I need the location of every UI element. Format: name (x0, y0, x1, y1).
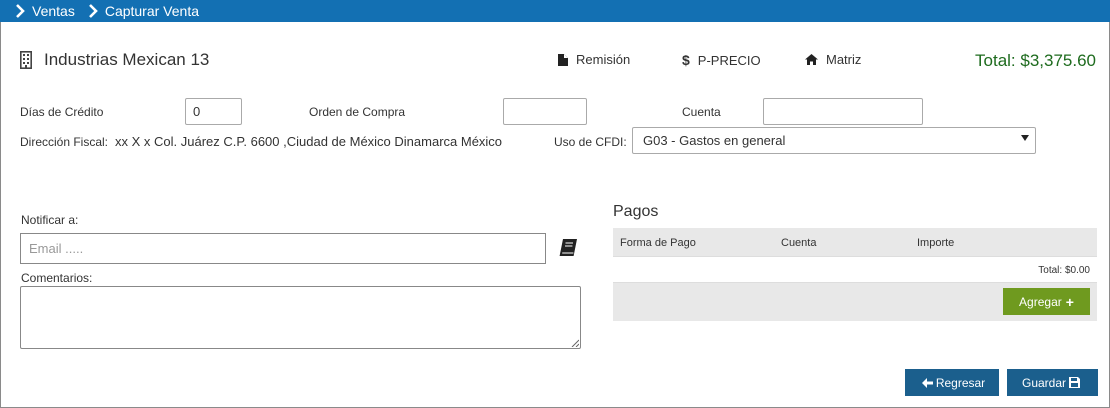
dias-credito-input[interactable] (185, 98, 242, 125)
dias-credito-label: Días de Crédito (20, 105, 104, 119)
chevron-right-icon (16, 4, 25, 18)
guardar-button[interactable]: Guardar (1007, 369, 1098, 396)
notificar-label: Notificar a: (21, 213, 79, 227)
company-name-text: Industrias Mexican 13 (44, 50, 210, 69)
col-forma-pago: Forma de Pago (620, 237, 696, 249)
col-importe: Importe (917, 237, 955, 249)
matriz-label: Matriz (826, 52, 862, 67)
direccion-fiscal-label: Dirección Fiscal: (20, 135, 109, 149)
agregar-label: Agregar (1019, 294, 1062, 309)
orden-compra-label: Orden de Compra (309, 105, 406, 119)
pagos-title: Pagos (613, 203, 659, 220)
p-precio-link[interactable]: $ P-PRECIO (682, 52, 761, 68)
pagos-table: Forma de Pago Cuenta Importe Total: $0.0… (613, 228, 1097, 321)
matriz-link[interactable]: Matriz (805, 52, 861, 67)
company-name: Industrias Mexican 13 (20, 50, 209, 70)
home-icon (805, 54, 818, 65)
address-book-icon[interactable] (558, 238, 579, 257)
uso-cfdi-value: G03 - Gastos en general (643, 133, 786, 148)
comentarios-label: Comentarios: (21, 271, 93, 285)
building-icon (20, 51, 32, 69)
order-total: Total: $3,375.60 (975, 51, 1096, 70)
chevron-right-icon (88, 4, 98, 18)
p-precio-label: P-PRECIO (697, 52, 761, 68)
direccion-fiscal-value: xx X x Col. Juárez C.P. 6600 ,Ciudad de … (115, 134, 503, 149)
email-input[interactable]: Email ..... (20, 233, 546, 264)
plus-icon: + (1065, 293, 1074, 310)
resize-handle-icon[interactable] (571, 339, 579, 347)
pagos-table-header: Forma de Pago Cuenta Importe (613, 228, 1097, 256)
caret-down-icon (1021, 135, 1029, 141)
regresar-button[interactable]: Regresar (905, 369, 999, 396)
regresar-label: Regresar (935, 375, 986, 390)
uso-cfdi-select[interactable]: G03 - Gastos en general (632, 127, 1036, 154)
dollar-icon: $ (682, 52, 690, 68)
pagos-total: Total: $0.00 (1038, 265, 1090, 276)
col-cuenta: Cuenta (781, 237, 817, 249)
cuenta-input[interactable] (763, 98, 923, 125)
arrow-left-icon (921, 377, 933, 388)
breadcrumb-ventas[interactable]: Ventas (32, 3, 75, 19)
pagos-total-row: Total: $0.00 (613, 256, 1097, 283)
comments-textarea[interactable] (20, 286, 581, 349)
document-icon (558, 53, 568, 66)
orden-compra-input[interactable] (503, 98, 587, 125)
email-placeholder: Email ..... (29, 241, 84, 256)
uso-cfdi-label: Uso de CFDI: (554, 135, 627, 149)
guardar-label: Guardar (1021, 375, 1067, 390)
remision-link[interactable]: Remisión (558, 52, 630, 67)
breadcrumb: Ventas Capturar Venta (0, 0, 1110, 22)
remision-label: Remisión (576, 52, 631, 67)
save-icon (1069, 377, 1081, 388)
agregar-button[interactable]: Agregar + (1003, 288, 1090, 315)
cuenta-label: Cuenta (682, 105, 721, 119)
breadcrumb-capturar-venta: Capturar Venta (104, 3, 199, 19)
